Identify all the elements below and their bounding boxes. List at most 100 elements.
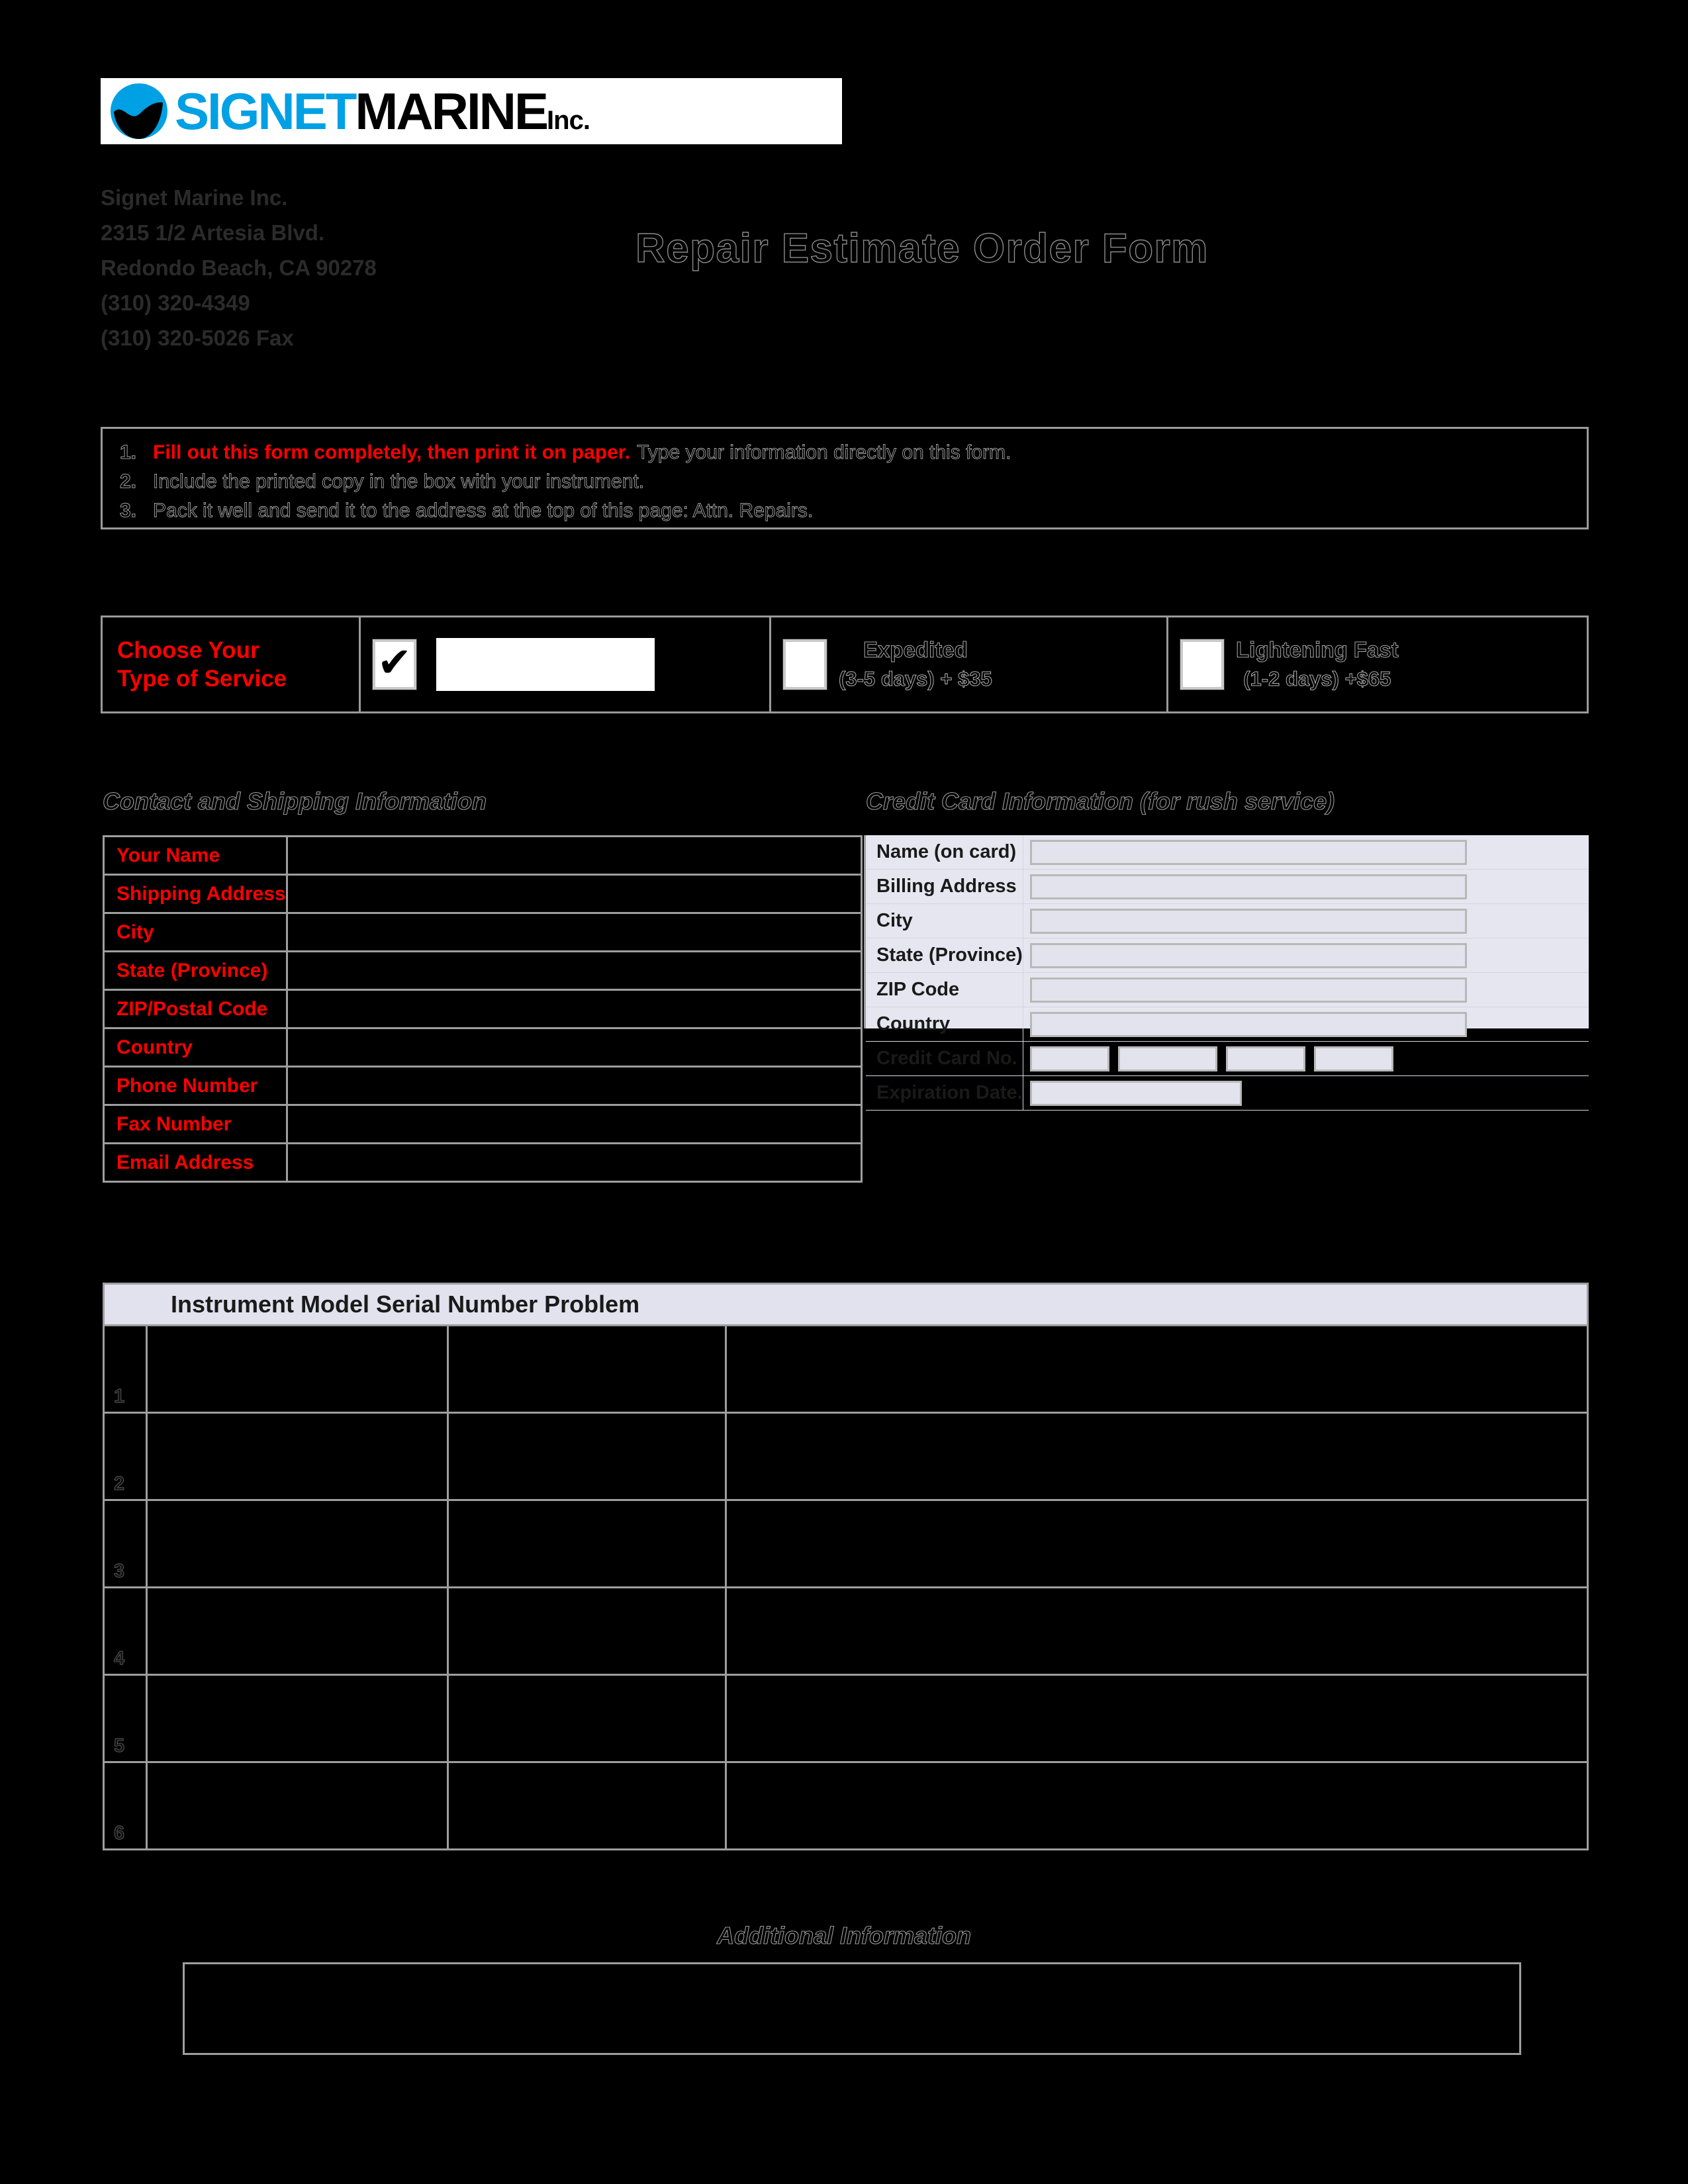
instrument-model-input[interactable] [146, 1324, 449, 1414]
lightening-fast-text: Lightening Fast (1-2 days) +$65 [1236, 635, 1399, 694]
service-type-label: Choose Your Type of Service [117, 636, 287, 693]
contact-input-phone[interactable] [285, 1066, 863, 1106]
contact-input-your-name[interactable] [285, 835, 863, 876]
cc-label-zip: ZIP Code [866, 972, 1023, 1007]
table-row: Fax Number [103, 1104, 863, 1144]
table-header-row: Instrument Model Serial Number Problem [103, 1283, 1589, 1326]
contact-input-state[interactable] [285, 950, 863, 991]
contact-section-heading: Contact and Shipping Information [102, 787, 487, 815]
service-type-row: Choose Your Type of Service ✔ Expedited … [101, 615, 1589, 713]
instrument-model-input[interactable] [146, 1412, 449, 1501]
instrument-problem-input[interactable] [725, 1412, 1589, 1501]
contact-input-zip[interactable] [285, 989, 863, 1029]
instrument-problem-input[interactable] [725, 1586, 1589, 1676]
contact-label-shipping-address: Shipping Address [103, 874, 288, 914]
instrument-serial-input[interactable] [447, 1499, 727, 1588]
cc-label-city: City [866, 903, 1023, 938]
contact-shipping-table: Your Name Shipping Address City State (P… [103, 835, 863, 1183]
table-row: Name (on card) [866, 835, 1589, 870]
additional-information-input[interactable] [183, 1962, 1521, 2055]
cc-field-name-cell [1023, 835, 1589, 870]
instrument-problem-input[interactable] [725, 1499, 1589, 1588]
instructions-box: 1. Fill out this form completely, then p… [101, 427, 1589, 529]
cc-input-card-group-4[interactable] [1313, 1046, 1393, 1071]
cc-input-billing-address[interactable] [1029, 874, 1467, 899]
cc-input-city[interactable] [1029, 908, 1467, 934]
cc-input-zip[interactable] [1029, 977, 1467, 1003]
instrument-model-input[interactable] [146, 1586, 449, 1676]
standard-service-checkbox[interactable]: ✔ [373, 639, 416, 690]
expedited-service-checkbox[interactable] [783, 639, 827, 690]
cc-field-expiration-cell [1023, 1075, 1589, 1111]
address-line-1: Signet Marine Inc. [101, 185, 288, 210]
cc-field-card-number-cell [1023, 1041, 1589, 1076]
instrument-serial-input[interactable] [447, 1761, 727, 1850]
cc-input-card-group-3[interactable] [1225, 1046, 1305, 1071]
instrument-serial-input[interactable] [447, 1586, 727, 1676]
expedited-subtitle: (3-5 days) + $35 [839, 667, 993, 691]
logo-marine-text: MARINE [355, 82, 549, 140]
cc-input-card-group-1[interactable] [1029, 1046, 1109, 1071]
cc-label-country: Country [866, 1007, 1023, 1042]
cc-label-state: State (Province) [866, 938, 1023, 973]
contact-input-country[interactable] [285, 1027, 863, 1068]
row-number: 3 [103, 1499, 148, 1588]
table-row: 3 [103, 1499, 1589, 1588]
instrument-serial-input[interactable] [447, 1674, 727, 1763]
address-line-2: 2315 1/2 Artesia Blvd. [101, 220, 325, 245]
table-row: Phone Number [103, 1066, 863, 1106]
lightening-fast-checkbox[interactable] [1180, 639, 1224, 690]
instruction-number: 3. [120, 500, 137, 522]
logo-wordmark: SIGNET MARINE Inc. [175, 85, 590, 137]
cc-input-name[interactable] [1029, 839, 1467, 865]
instruction-item-2: 2. Include the printed copy in the box w… [120, 467, 1587, 496]
table-row: 6 [103, 1761, 1589, 1850]
table-row: State (Province) [103, 950, 863, 991]
instrument-model-input[interactable] [146, 1761, 449, 1850]
fax-number: (310) 320-5026 Fax [101, 326, 294, 350]
credit-card-section-heading: Credit Card Information (for rush servic… [865, 787, 1335, 815]
instrument-table-header: Instrument Model Serial Number Problem [103, 1283, 1589, 1326]
cc-input-expiration[interactable] [1029, 1080, 1242, 1106]
instrument-model-input[interactable] [146, 1674, 449, 1763]
credit-card-panel: Name (on card) Billing Address City Stat… [864, 835, 1589, 1111]
table-row: 2 [103, 1412, 1589, 1501]
cc-input-card-group-2[interactable] [1117, 1046, 1217, 1071]
instrument-serial-input[interactable] [447, 1324, 727, 1414]
contact-input-shipping-address[interactable] [285, 874, 863, 914]
contact-input-city[interactable] [285, 912, 863, 952]
row-number: 4 [103, 1586, 148, 1676]
cc-field-country-cell [1023, 1007, 1589, 1042]
table-row: ZIP/Postal Code [103, 989, 863, 1029]
contact-input-email[interactable] [285, 1142, 863, 1183]
instrument-problem-input[interactable] [725, 1674, 1589, 1763]
row-number: 5 [103, 1674, 148, 1763]
table-row: 5 [103, 1674, 1589, 1763]
contact-label-phone: Phone Number [103, 1066, 288, 1106]
table-row: City [103, 912, 863, 952]
table-row: Credit Card No. [866, 1041, 1589, 1076]
instruction-item-1: 1. Fill out this form completely, then p… [120, 438, 1587, 467]
row-number: 6 [103, 1761, 148, 1850]
cc-input-country[interactable] [1029, 1011, 1467, 1037]
table-row: Billing Address [866, 869, 1589, 904]
contact-label-city: City [103, 912, 288, 952]
contact-label-state: State (Province) [103, 950, 288, 991]
standard-service-input[interactable] [436, 638, 655, 691]
logo-signet-text: SIGNET [175, 82, 357, 140]
cc-input-state[interactable] [1029, 942, 1467, 968]
cc-field-city-cell [1023, 903, 1589, 938]
address-line-3: Redondo Beach, CA 90278 [101, 255, 377, 280]
instruction-item-3: 3. Pack it well and send it to the addre… [120, 496, 1587, 525]
table-row: Expiration Date. [866, 1075, 1589, 1111]
contact-input-fax[interactable] [285, 1104, 863, 1144]
contact-label-zip: ZIP/Postal Code [103, 989, 288, 1029]
table-row: ZIP Code [866, 972, 1589, 1007]
instrument-problem-input[interactable] [725, 1761, 1589, 1850]
table-row: Country [103, 1027, 863, 1068]
instrument-problem-input[interactable] [725, 1324, 1589, 1414]
instrument-serial-input[interactable] [447, 1412, 727, 1501]
cc-label-billing-address: Billing Address [866, 869, 1023, 904]
instrument-model-input[interactable] [146, 1499, 449, 1588]
additional-information-heading: Additional Information [716, 1921, 971, 1949]
